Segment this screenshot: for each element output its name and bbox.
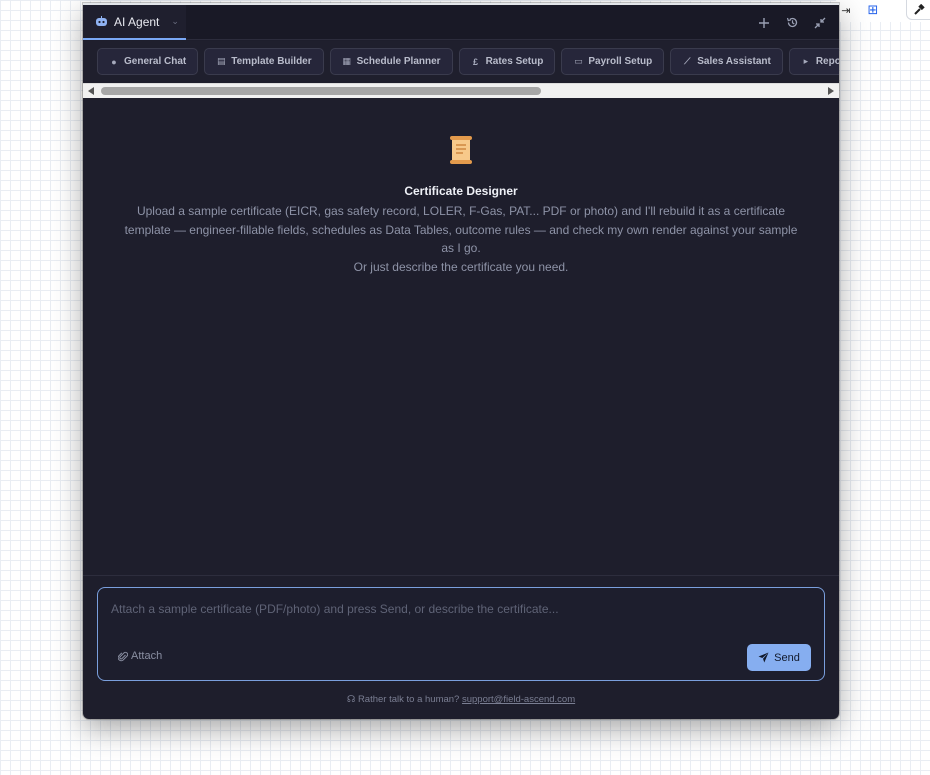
chip-template-builder[interactable]: ▤ Template Builder [204,48,324,75]
panel-tab-bar: AI Agent ⌄ [83,5,839,40]
minimize-icon [814,17,826,28]
scroll-icon [450,136,472,164]
chip-payroll-setup[interactable]: ▭ Payroll Setup [561,48,665,75]
message-composer: Attach Send [97,587,825,681]
id-card-icon: ▭ [574,56,583,66]
plus-icon [759,17,769,28]
pound-icon: £ [473,56,479,67]
history-icon [786,17,797,28]
panel-actions [755,5,829,40]
chip-general-chat[interactable]: ● General Chat [97,48,199,75]
message-input[interactable] [111,599,801,619]
history-button[interactable] [783,14,801,32]
support-email-link[interactable]: support@field-ascend.com [462,694,575,705]
chip-reports[interactable]: ▸ Reports [788,48,839,75]
empty-state-description: Upload a sample certificate (EICR, gas s… [124,204,798,255]
chat-bubble-icon: ● [111,56,117,67]
file-export-icon: ▸ [803,56,809,66]
chip-rates-setup[interactable]: £ Rates Setup [458,48,556,75]
robot-icon [96,16,107,26]
grid-icon[interactable]: ⊞ [864,0,882,20]
calendar-icon: ▦ [342,56,351,66]
ai-agent-panel: AI Agent ⌄ ● General Chat ▤ Template Bui… [83,3,839,719]
empty-state-hint: Or just describe the certificate you nee… [353,259,569,274]
collapse-arrow-icon[interactable]: ⇥ [838,0,854,20]
empty-state: Certificate Designer Upload a sample cer… [83,135,839,276]
chip-schedule-planner[interactable]: ▦ Schedule Planner [329,48,453,75]
paper-plane-icon [758,652,769,663]
paperclip-icon [118,651,128,661]
attach-button[interactable]: Attach [118,650,162,662]
scroll-thumb[interactable] [101,87,541,95]
footer-divider [83,575,839,576]
chips-scrollbar[interactable] [83,83,839,98]
tab-ai-agent[interactable]: AI Agent ⌄ [83,5,186,40]
hammer-icon[interactable] [906,0,930,20]
tab-label: AI Agent [114,14,160,29]
mode-chips: ● General Chat ▤ Template Builder ▦ Sche… [97,48,839,75]
send-button[interactable]: Send [747,644,811,671]
new-chat-button[interactable] [755,14,773,32]
chart-line-icon: ⟋ [684,56,691,66]
empty-state-title: Certificate Designer [404,184,518,198]
headset-icon: ☊ [346,694,356,705]
minimize-button[interactable] [811,14,829,32]
clipboard-icon: ▤ [216,56,226,66]
mode-chips-row: ● General Chat ▤ Template Builder ▦ Sche… [83,41,839,81]
scroll-right-arrow-icon[interactable] [828,87,834,95]
chip-sales-assistant[interactable]: ⟋ Sales Assistant [670,48,783,75]
chevron-down-icon[interactable]: ⌄ [171,16,179,27]
support-line: ☊ Rather talk to a human? support@field-… [346,694,576,705]
scroll-left-arrow-icon[interactable] [88,87,94,95]
